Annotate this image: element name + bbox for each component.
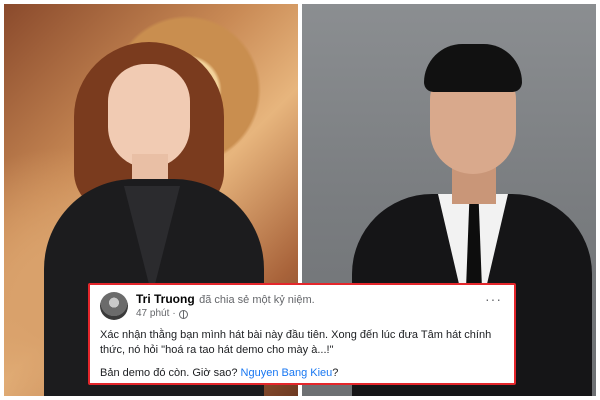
post-meta: Tri Truong đã chia sẻ một kỷ niệm. 47 ph… (136, 292, 483, 321)
more-options-icon[interactable]: ··· (483, 292, 504, 306)
time-separator: · (172, 308, 176, 319)
post-text: Xác nhận thằng bạn mình hát bài này đầu … (100, 328, 504, 381)
mention-link[interactable]: Nguyen Bang Kieu (241, 367, 333, 379)
post-line-2-end: ? (332, 367, 339, 379)
face (108, 64, 190, 168)
post-line-2: Bản demo đó còn. Giờ sao? Nguyen Bang Ki… (100, 366, 504, 381)
globe-icon (178, 309, 188, 319)
post-action: đã chia sẻ một kỷ niệm. (199, 294, 315, 306)
author-avatar[interactable] (100, 292, 128, 320)
post-line-2-text: Bản demo đó còn. Giờ sao? (100, 367, 238, 379)
post-header: Tri Truong đã chia sẻ một kỷ niệm. 47 ph… (100, 292, 504, 326)
post-time[interactable]: 47 phút (136, 307, 169, 321)
post-line-1: Xác nhận thằng bạn mình hát bài này đầu … (100, 329, 492, 356)
facebook-post-card: Tri Truong đã chia sẻ một kỷ niệm. 47 ph… (88, 283, 516, 385)
author-name[interactable]: Tri Truong (136, 292, 195, 306)
hair (424, 44, 522, 92)
post-time-row: 47 phút · (136, 307, 483, 321)
